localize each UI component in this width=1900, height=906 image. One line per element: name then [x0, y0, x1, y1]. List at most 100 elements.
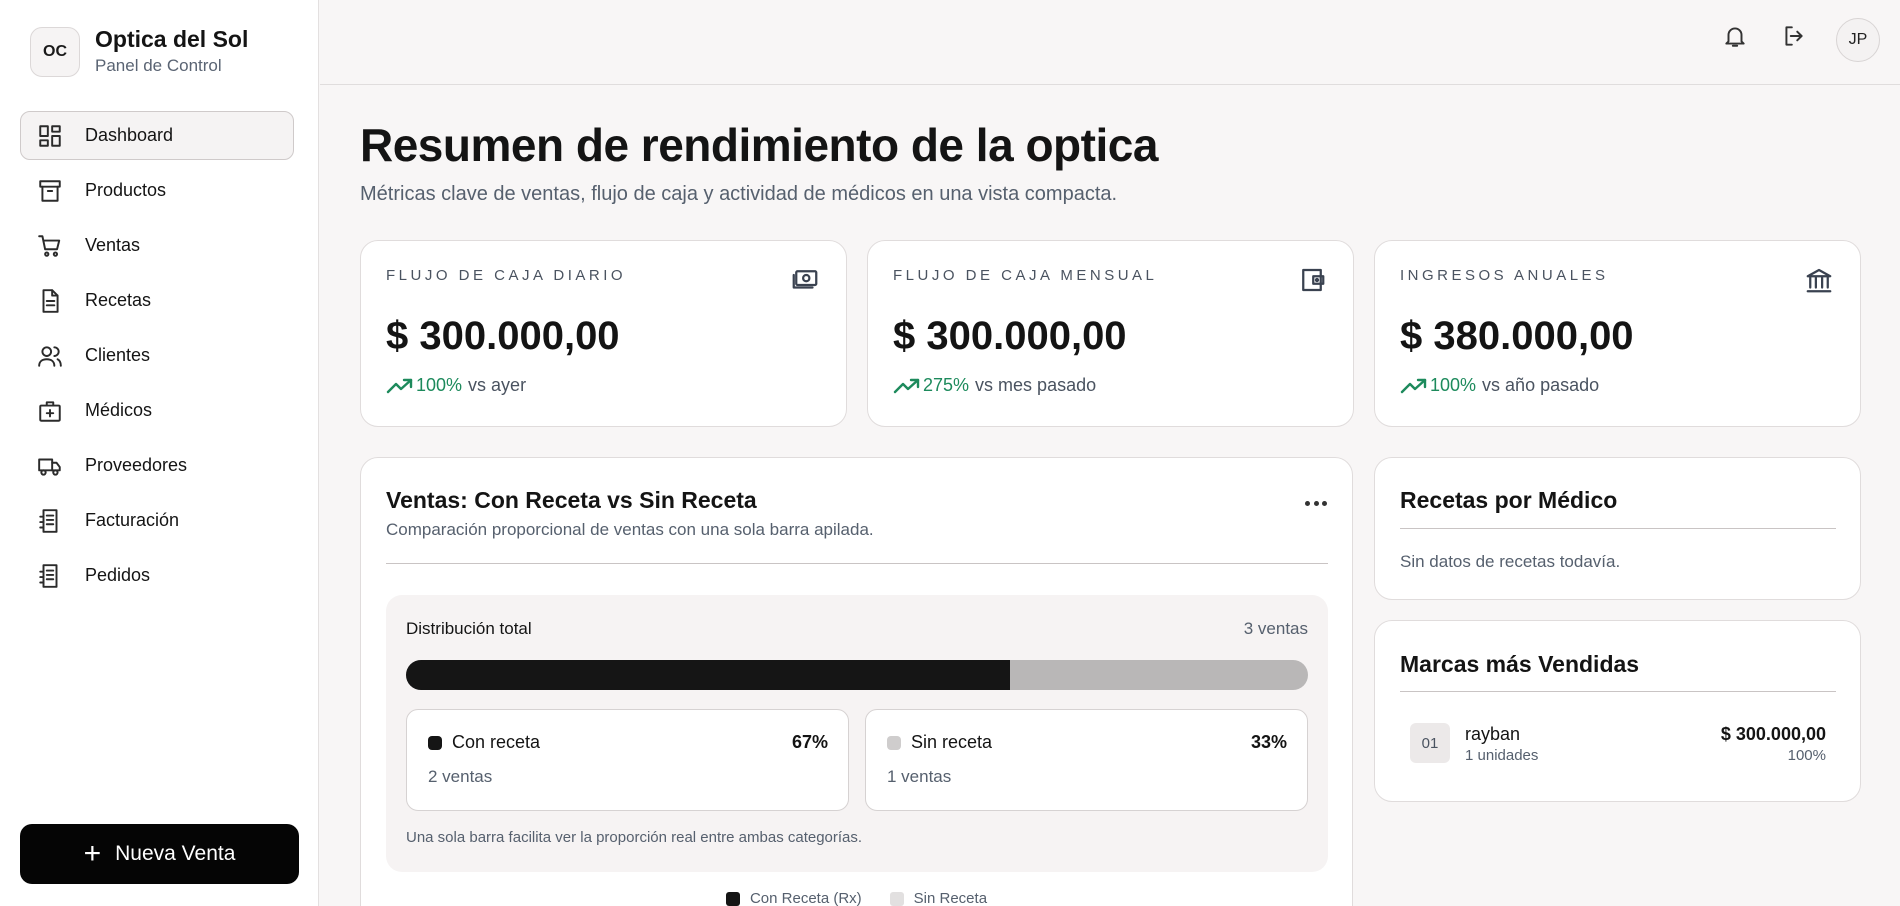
sidebar-item-proveedores[interactable]: Proveedores	[20, 441, 294, 490]
sidebar-item-productos[interactable]: Productos	[20, 166, 294, 215]
sidebar-item-label: Ventas	[85, 235, 141, 255]
chart-legend: Con Receta (Rx) Sin Receta	[360, 890, 1353, 906]
sidebar: OC Optica del Sol Panel de Control Dashb…	[0, 0, 319, 906]
card-title: Marcas más Vendidas	[1400, 651, 1640, 677]
segment-percent: 67%	[791, 732, 828, 752]
top-brands-card: Marcas más Vendidas 01 rayban 1 unidades…	[1374, 620, 1861, 802]
kpi-comparison: vs año pasado	[1482, 375, 1600, 395]
sidebar-item-label: Pedidos	[85, 565, 151, 585]
avatar[interactable]: JP	[1836, 18, 1880, 62]
money-icon	[790, 265, 822, 297]
kpi-label: Flujo de caja diario	[386, 267, 627, 284]
bank-icon	[1804, 265, 1836, 297]
kpi-trend: 100% vs ayer	[386, 375, 526, 396]
divider	[1400, 528, 1836, 529]
brand-subtitle: Panel de Control	[95, 56, 222, 75]
sidebar-item-medicos[interactable]: Médicos	[20, 386, 294, 435]
kpi-trend-value: 100%	[416, 375, 463, 395]
divider	[1400, 691, 1836, 692]
trend-up: 100%	[386, 375, 462, 396]
card-subtitle: Comparación proporcional de ventas con u…	[386, 520, 874, 539]
kpi-trend-value: 275%	[923, 375, 970, 395]
kpi-trend: 100% vs año pasado	[1400, 375, 1599, 396]
sales-prescription-card: Ventas: Con Receta vs Sin Receta Compara…	[360, 457, 1353, 906]
brand-name: rayban	[1465, 724, 1521, 744]
distribution-note: Una sola barra facilita ver la proporció…	[406, 829, 863, 846]
archive-icon	[36, 177, 64, 205]
trend-up-icon	[893, 378, 920, 393]
kpi-value: $ 380.000,00	[1400, 314, 1634, 358]
sidebar-item-label: Clientes	[85, 345, 151, 365]
more-options-icon[interactable]	[1305, 498, 1327, 508]
bar-segment-con-receta	[406, 660, 1011, 690]
segment-swatch	[428, 736, 442, 750]
users-icon	[36, 342, 64, 370]
kpi-trend: 275% vs mes pasado	[893, 375, 1096, 396]
sidebar-item-facturacion[interactable]: Facturación	[20, 496, 294, 545]
sidebar-item-clientes[interactable]: Clientes	[20, 331, 294, 380]
distribution-total: 3 ventas	[1243, 619, 1308, 638]
legend-swatch	[889, 891, 904, 906]
brand-logo: OC	[30, 26, 80, 77]
list-item[interactable]: 01 rayban 1 unidades $ 300.000,00 100%	[1410, 723, 1826, 765]
dashboard-icon	[36, 122, 64, 150]
legend-swatch	[725, 891, 740, 906]
sidebar-item-pedidos[interactable]: Pedidos	[20, 551, 294, 600]
sidebar-item-ventas[interactable]: Ventas	[20, 221, 294, 270]
trend-up: 100%	[1400, 375, 1476, 396]
document-icon	[36, 287, 64, 315]
page-title: Resumen de rendimiento de la optica	[360, 119, 1158, 171]
kpi-value: $ 300.000,00	[386, 314, 620, 358]
sidebar-item-label: Recetas	[85, 290, 152, 310]
brand-amount: $ 300.000,00	[1720, 724, 1826, 744]
prescriptions-by-doctor-card: Recetas por Médico Sin datos de recetas …	[1374, 457, 1861, 600]
brand-text: Optica del Sol Panel de Control	[95, 25, 248, 78]
segment-card-sin-receta: Sin receta 33% 1 ventas	[865, 709, 1308, 811]
trend-up-icon	[1400, 378, 1427, 393]
kpi-comparison: vs ayer	[468, 375, 527, 395]
sidebar-item-dashboard[interactable]: Dashboard	[20, 111, 294, 160]
kpi-card-daily-cashflow: Flujo de caja diario $ 300.000,00 100% v…	[360, 240, 847, 427]
segment-count: 2 ventas	[428, 767, 493, 786]
distribution-label: Distribución total	[406, 619, 532, 638]
kpi-label: Flujo de caja mensual	[893, 267, 1158, 284]
kpi-value: $ 300.000,00	[893, 314, 1127, 358]
receipt-icon	[36, 507, 64, 535]
new-sale-label: Nueva Venta	[115, 842, 236, 865]
legend-item-con-receta[interactable]: Con Receta (Rx)	[725, 890, 862, 906]
kpi-card-monthly-cashflow: Flujo de caja mensual $ 300.000,00 275% …	[867, 240, 1354, 427]
stacked-bar	[406, 660, 1308, 690]
brand-rank: 01	[1410, 723, 1450, 763]
receipt-icon	[36, 562, 64, 590]
legend-label: Con Receta (Rx)	[749, 890, 862, 906]
logout-icon[interactable]	[1778, 20, 1810, 52]
medical-kit-icon	[36, 397, 64, 425]
topbar: JP	[320, 0, 1900, 85]
card-title: Recetas por Médico	[1400, 487, 1618, 513]
card-title: Ventas: Con Receta vs Sin Receta	[386, 487, 757, 513]
brand[interactable]: OC Optica del Sol Panel de Control	[30, 25, 248, 78]
page-subtitle: Métricas clave de ventas, flujo de caja …	[360, 183, 1118, 205]
sidebar-item-label: Médicos	[85, 400, 153, 420]
sidebar-item-recetas[interactable]: Recetas	[20, 276, 294, 325]
divider	[386, 563, 1328, 564]
sidebar-item-label: Productos	[85, 180, 167, 200]
new-sale-button[interactable]: + Nueva Venta	[20, 824, 299, 884]
plus-icon: +	[83, 837, 102, 870]
kpi-label: Ingresos anuales	[1400, 267, 1609, 284]
sidebar-item-label: Proveedores	[85, 455, 188, 475]
brand-units: 1 unidades	[1465, 747, 1539, 764]
trend-up-icon	[386, 378, 413, 393]
segment-swatch	[887, 736, 901, 750]
legend-item-sin-receta[interactable]: Sin Receta	[889, 890, 987, 906]
segment-count: 1 ventas	[887, 767, 952, 786]
cart-icon	[36, 232, 64, 260]
segment-name: Sin receta	[911, 732, 993, 752]
kpi-comparison: vs mes pasado	[975, 375, 1097, 395]
segment-card-con-receta: Con receta 67% 2 ventas	[406, 709, 849, 811]
sidebar-item-label: Facturación	[85, 510, 180, 530]
segment-percent: 33%	[1250, 732, 1287, 752]
kpi-trend-value: 100%	[1430, 375, 1477, 395]
distribution-panel: Distribución total 3 ventas Con receta 6…	[386, 595, 1328, 872]
bell-icon[interactable]	[1719, 20, 1751, 52]
